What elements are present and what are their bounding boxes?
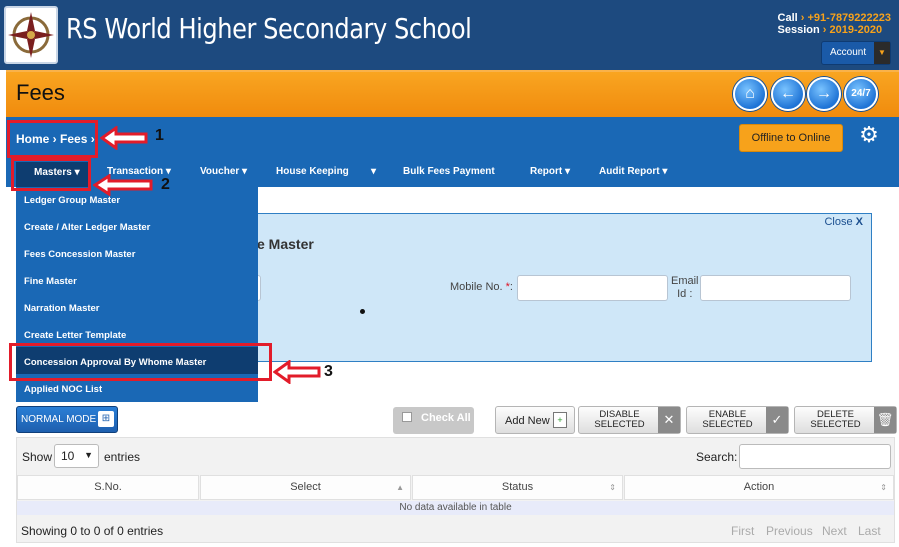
- table-info: Showing 0 to 0 of 0 entries: [21, 524, 164, 538]
- basket-icon: ⊞: [98, 411, 114, 427]
- normal-mode-label: NORMAL MODE: [21, 414, 97, 425]
- add-document-icon: +: [553, 412, 567, 428]
- annotation-box-3: [9, 343, 272, 381]
- menu-voucher[interactable]: Voucher ▾: [200, 166, 247, 177]
- search-input[interactable]: [739, 444, 891, 469]
- dropdown-item-create-alter-ledger-master[interactable]: Create / Alter Ledger Master: [24, 222, 150, 233]
- call-label: Call: [777, 12, 798, 24]
- cursor-dot: [360, 309, 365, 314]
- home-icon[interactable]: ⌂: [733, 77, 767, 111]
- session-value: 2019-2020: [829, 24, 883, 36]
- sort-asc-icon: ▲: [396, 483, 404, 492]
- checkmark-icon: ✓: [766, 407, 788, 433]
- column-header-sno[interactable]: S.No.: [17, 475, 199, 500]
- back-arrow-icon[interactable]: ←: [771, 77, 805, 111]
- trash-icon: 🗑: [874, 407, 896, 433]
- support-24-7-icon[interactable]: 24/7: [844, 77, 878, 111]
- menu-report[interactable]: Report ▾: [530, 166, 570, 177]
- normal-mode-button[interactable]: NORMAL MODE ⊞: [16, 406, 118, 433]
- pager-previous[interactable]: Previous: [766, 524, 813, 538]
- column-header-select[interactable]: Select ▲: [200, 475, 411, 500]
- email-input[interactable]: [700, 275, 851, 301]
- annotation-box-2: [11, 158, 91, 191]
- close-button[interactable]: Close X: [824, 216, 863, 228]
- delete-selected-button[interactable]: DELETE SELECTED 🗑: [794, 406, 897, 434]
- school-logo: [4, 6, 58, 64]
- dropdown-item-fine-master[interactable]: Fine Master: [24, 276, 77, 287]
- annotation-number-1: 1: [155, 127, 164, 144]
- account-label: Account: [830, 47, 867, 58]
- dropdown-item-narration-master[interactable]: Narration Master: [24, 303, 100, 314]
- disable-selected-button[interactable]: DISABLE SELECTED ✕: [578, 406, 681, 434]
- email-label: Email Id :: [671, 275, 699, 300]
- session-label: Session: [777, 24, 820, 36]
- forward-arrow-icon[interactable]: →: [807, 77, 841, 111]
- annotation-number-2: 2: [161, 176, 170, 193]
- dropdown-item-ledger-group-master[interactable]: Ledger Group Master: [24, 195, 120, 206]
- gear-icon[interactable]: ⚙: [857, 123, 881, 147]
- column-header-status[interactable]: Status ⇕: [412, 475, 623, 500]
- entries-label: entries: [104, 450, 141, 464]
- check-all-label: Check All: [421, 412, 471, 424]
- app-header: RS World Higher Secondary School Call › …: [0, 0, 899, 70]
- add-new-label: Add New: [505, 415, 550, 427]
- mobile-label: Mobile No. *:: [450, 281, 513, 293]
- account-button[interactable]: Account ▼: [821, 41, 891, 65]
- enable-selected-button[interactable]: ENABLE SELECTED ✓: [686, 406, 789, 434]
- sort-icon: ⇕: [609, 483, 616, 492]
- call-number: +91-7879222223: [807, 12, 892, 24]
- check-all-button[interactable]: Check All: [393, 407, 474, 434]
- menu-house-keeping[interactable]: House Keeping ▾: [276, 166, 376, 177]
- empty-table-message: No data available in table: [17, 501, 894, 515]
- dropdown-item-create-letter-template[interactable]: Create Letter Template: [24, 330, 126, 341]
- menu-audit-report[interactable]: Audit Report ▾: [599, 166, 667, 177]
- data-table-panel: Show 10 ▼ entries Search: S.No. Select ▲ …: [16, 437, 895, 543]
- dropdown-item-fees-concession-master[interactable]: Fees Concession Master: [24, 249, 135, 260]
- contact-info: Call › +91-7879222223 Session › 2019-202…: [777, 12, 892, 36]
- school-name: RS World Higher Secondary School: [66, 12, 472, 45]
- dropdown-item-applied-noc-list[interactable]: Applied NOC List: [24, 384, 102, 395]
- form-panel: Close X e Master Mobile No. *: Email Id :: [230, 213, 872, 362]
- column-header-action[interactable]: Action ⇕: [624, 475, 894, 500]
- caret-down-icon[interactable]: ▼: [874, 42, 890, 64]
- offline-to-online-button[interactable]: Offline to Online: [739, 124, 843, 152]
- page-title: Fees: [16, 80, 65, 105]
- annotation-arrow-2: [93, 174, 153, 196]
- mobile-input[interactable]: [517, 275, 668, 301]
- menu-bulk-fees-payment[interactable]: Bulk Fees Payment: [403, 166, 495, 177]
- check-all-checkbox[interactable]: [402, 412, 412, 422]
- close-x-icon: ✕: [658, 407, 680, 433]
- add-new-button[interactable]: Add New +: [495, 406, 575, 434]
- sort-icon: ⇕: [880, 483, 887, 492]
- annotation-number-3: 3: [324, 363, 333, 380]
- page-title-bar: Fees ⌂ ← → 24/7: [6, 70, 899, 117]
- show-label: Show: [22, 450, 53, 464]
- entries-select[interactable]: 10 ▼: [54, 444, 99, 468]
- annotation-arrow-3: [273, 360, 321, 384]
- pager-next[interactable]: Next: [822, 524, 847, 538]
- pager-last[interactable]: Last: [858, 524, 881, 538]
- chevron-down-icon: ▼: [84, 450, 93, 460]
- form-heading: e Master: [257, 236, 314, 252]
- annotation-arrow-1: [100, 126, 148, 150]
- annotation-box-1: [7, 120, 98, 158]
- search-label: Search:: [696, 450, 738, 464]
- pager-first[interactable]: First: [731, 524, 754, 538]
